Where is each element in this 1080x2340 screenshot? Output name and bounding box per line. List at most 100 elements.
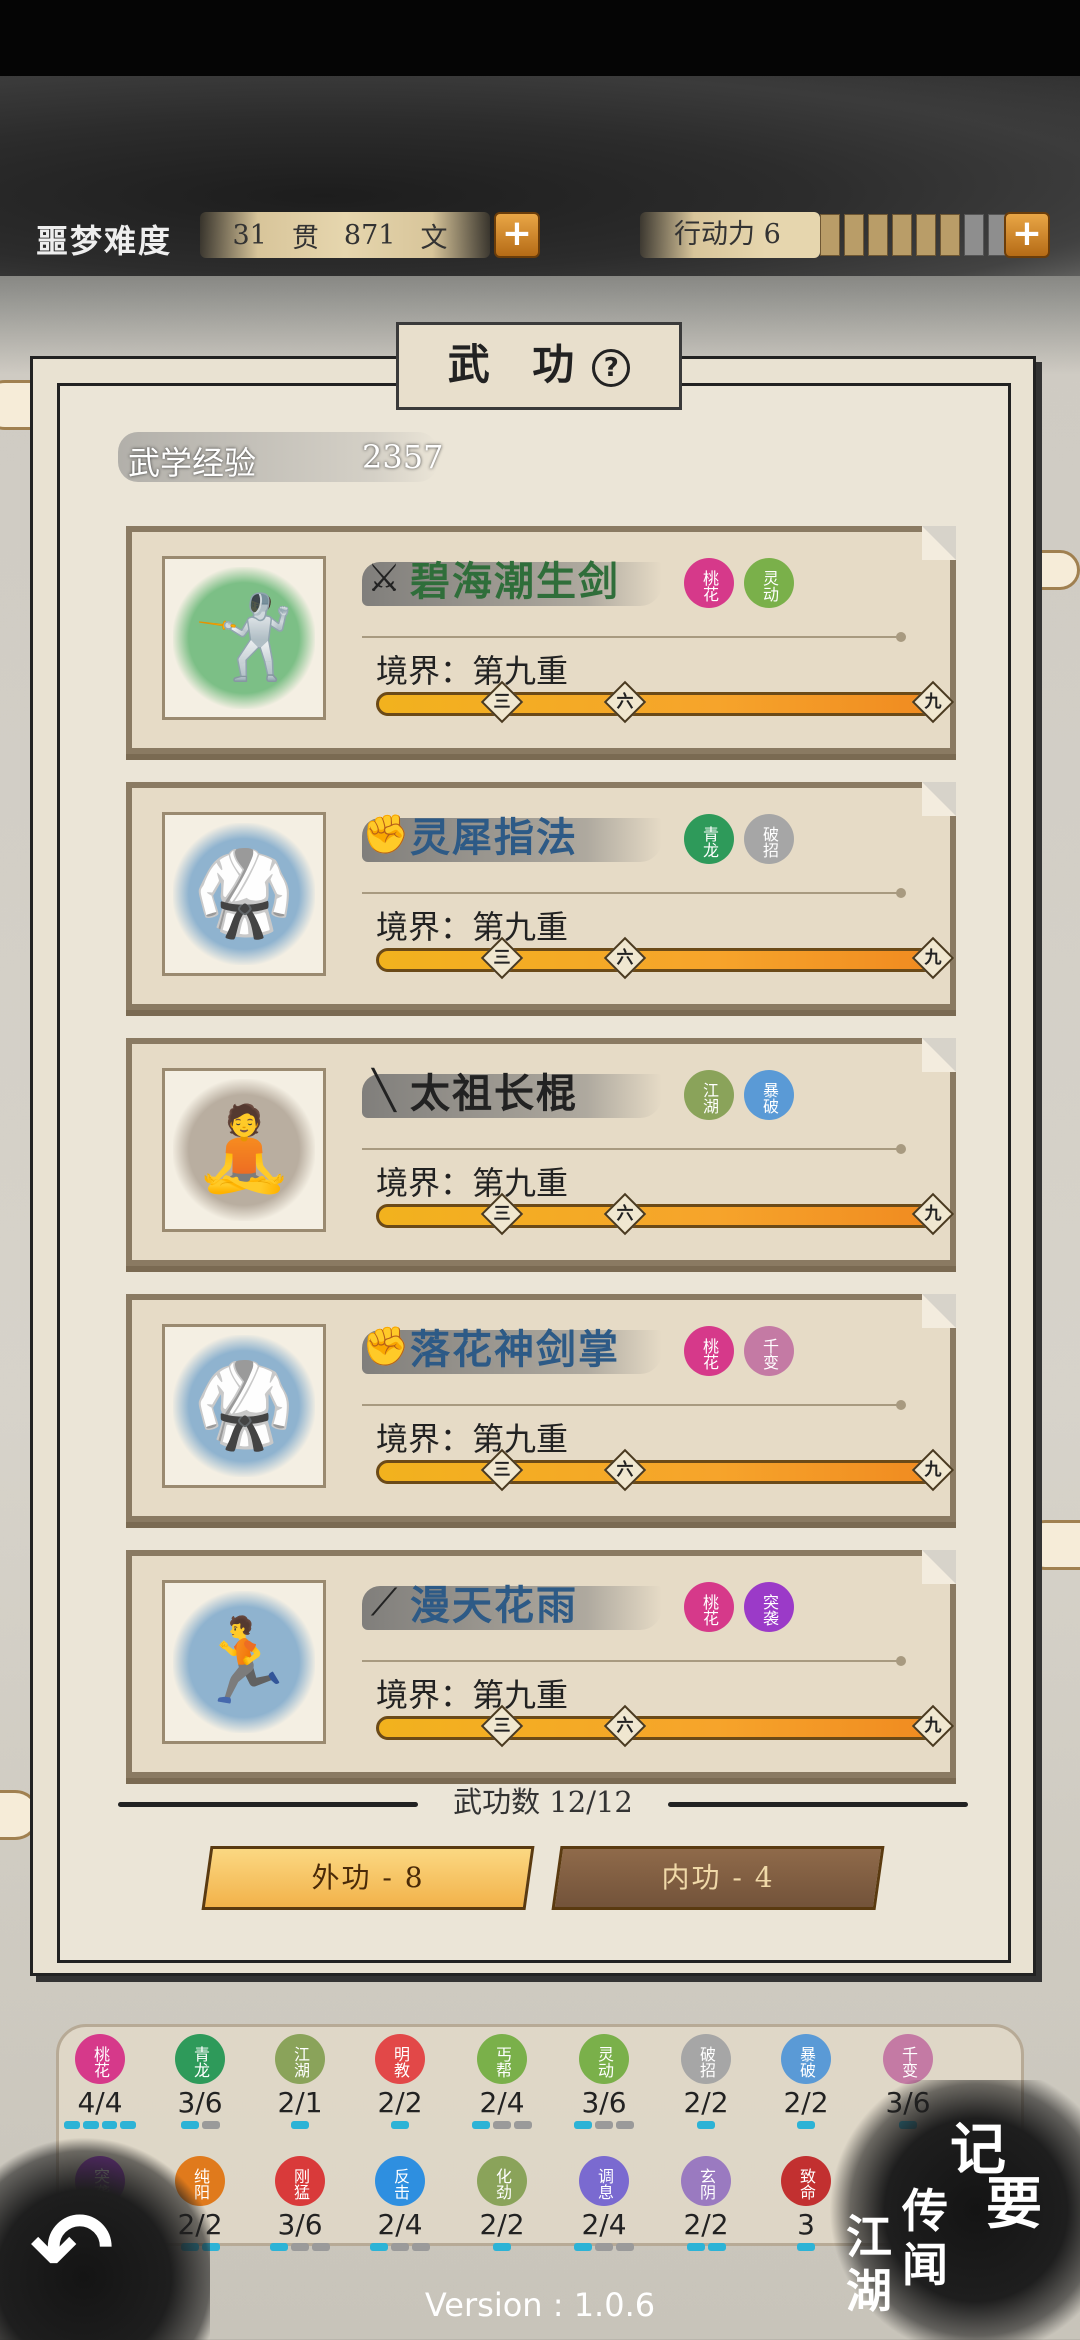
trait-stat[interactable]: 化劲 2/2 [466, 2156, 538, 2251]
realm-marker: 九 [912, 1192, 955, 1236]
trait-pip [493, 2121, 511, 2129]
trait-stat[interactable]: 青龙 3/6 [164, 2034, 236, 2129]
realm-marker-label: 六 [616, 948, 634, 968]
money-guan-unit: 贯 [291, 222, 319, 254]
skill-portrait: 🥋 [162, 812, 326, 976]
trait-pips [364, 2121, 436, 2129]
trait-badge: 丐帮 [477, 2034, 527, 2084]
trait-pip [291, 2243, 309, 2251]
skill-card[interactable]: 🥋 ✊ 落花神剑掌 桃花 千变 境界：第九重 三 六 九 [126, 1294, 956, 1522]
trait-pip [616, 2243, 634, 2251]
realm-marker-label: 六 [616, 692, 634, 712]
trait-stat[interactable]: 玄阴 2/2 [670, 2156, 742, 2251]
action-point-pip [940, 214, 960, 256]
tab-external-skills[interactable]: 外功 - 8 [201, 1846, 535, 1910]
trait-badge: 化劲 [477, 2156, 527, 2206]
version-label: Version : 1.0.6 [424, 2286, 656, 2324]
realm-marker-label: 六 [616, 1204, 634, 1224]
difficulty-label: 噩梦难度 [36, 222, 173, 260]
trait-pip [201, 2121, 220, 2129]
realm-marker-label: 三 [493, 1204, 511, 1224]
trait-stat[interactable]: 调息 2/4 [568, 2156, 640, 2251]
card-divider [362, 1144, 906, 1154]
skill-realm: 境界：第九重 [376, 1164, 569, 1202]
trait-pip [64, 2121, 80, 2129]
skill-name-row: ⚔ 碧海潮生剑 [362, 548, 620, 608]
realm-marker: 六 [604, 1192, 647, 1236]
trait-stat[interactable]: 破招 2/2 [670, 2034, 742, 2129]
card-divider [362, 1656, 906, 1666]
skill-tag-badge[interactable]: 桃花 [684, 1582, 734, 1632]
realm-progress-bar: 三六九 [376, 1448, 955, 1492]
help-icon[interactable]: ? [592, 349, 631, 387]
trait-count: 3/6 [581, 2086, 627, 2119]
trait-pip [180, 2121, 199, 2129]
trait-stat[interactable]: 丐帮 2/4 [466, 2034, 538, 2129]
trait-pip [472, 2121, 490, 2129]
realm-marker-label: 三 [493, 1716, 511, 1736]
action-point-pip [820, 214, 840, 256]
realm-marker: 六 [604, 1448, 647, 1492]
skill-card[interactable]: 🧘 ╲ 太祖长棍 江湖 暴破 境界：第九重 三 六 九 [126, 1038, 956, 1266]
trait-stat[interactable]: 江湖 2/1 [264, 2034, 336, 2129]
skill-tag-badge[interactable]: 暴破 [744, 1070, 794, 1120]
trait-badge: 刚猛 [275, 2156, 325, 2206]
action-points-meter [820, 214, 1008, 256]
skill-tag-badge[interactable]: 突袭 [744, 1582, 794, 1632]
skill-realm: 境界：第九重 [376, 652, 569, 690]
realm-progress-bar: 三六九 [376, 680, 955, 724]
trait-pip [391, 2243, 409, 2251]
skill-tag-badge[interactable]: 千变 [744, 1326, 794, 1376]
skill-tag-badge[interactable]: 青龙 [684, 814, 734, 864]
add-money-button[interactable]: + [494, 212, 540, 258]
skill-card[interactable]: 🤺 ⚔ 碧海潮生剑 桃花 灵动 境界：第九重 三 六 九 [126, 526, 956, 754]
realm-marker: 九 [912, 936, 955, 980]
card-divider [362, 888, 906, 898]
trait-pip [391, 2121, 409, 2129]
skill-card[interactable]: 🏃 ⟋ 漫天花雨 桃花 突袭 境界：第九重 三 六 九 [126, 1550, 956, 1778]
trait-pips [164, 2121, 236, 2129]
skill-tag-badge[interactable]: 江湖 [684, 1070, 734, 1120]
trait-pips [466, 2121, 538, 2129]
trait-pips [364, 2243, 436, 2251]
trait-pip [797, 2243, 815, 2251]
skill-card[interactable]: 🥋 ✊ 灵犀指法 青龙 破招 境界：第九重 三 六 九 [126, 782, 956, 1010]
journal-button[interactable]: 记 要 [950, 2118, 1042, 2236]
trait-pips [670, 2121, 742, 2129]
skill-count: 武功数 12/12 [453, 1785, 633, 1819]
skill-tag-badge[interactable]: 桃花 [684, 558, 734, 608]
staff-icon: ╲ [372, 1068, 396, 1112]
trait-badge: 玄阴 [681, 2156, 731, 2206]
fighter-silhouette: 🥋 [173, 823, 315, 965]
fist-icon: ✊ [362, 1323, 410, 1368]
trait-pip [616, 2121, 634, 2129]
card-divider [362, 632, 906, 642]
trait-stat[interactable]: 灵动 3/6 [568, 2034, 640, 2129]
skill-tag-badge[interactable]: 破招 [744, 814, 794, 864]
add-action-button[interactable]: + [1004, 212, 1050, 258]
skill-tags: 青龙 破招 [684, 814, 794, 864]
trait-stat[interactable]: 明教 2/2 [364, 2034, 436, 2129]
trait-pip [574, 2243, 592, 2251]
news-char: 江 [846, 2210, 892, 2264]
skill-tags: 桃花 突袭 [684, 1582, 794, 1632]
trait-stat[interactable]: 桃花 4/4 [64, 2034, 136, 2129]
trait-badge: 暴破 [781, 2034, 831, 2084]
skill-name-row: ╲ 太祖长棍 [362, 1060, 578, 1120]
skill-tag-badge[interactable]: 灵动 [744, 558, 794, 608]
news-char: 传 [902, 2184, 948, 2238]
skill-portrait: 🥋 [162, 1324, 326, 1488]
trait-count: 3/6 [277, 2208, 323, 2241]
skill-tags: 桃花 灵动 [684, 558, 794, 608]
status-bar [0, 0, 1080, 76]
skill-tag-badge[interactable]: 桃花 [684, 1326, 734, 1376]
trait-stat[interactable]: 刚猛 3/6 [264, 2156, 336, 2251]
realm-marker: 六 [604, 680, 647, 724]
trait-pip [697, 2121, 715, 2129]
skill-portrait: 🤺 [162, 556, 326, 720]
tab-external-label: 外功 - 8 [311, 1861, 425, 1894]
tab-internal-skills[interactable]: 内功 - 4 [551, 1846, 885, 1910]
realm-marker: 六 [604, 1704, 647, 1748]
trait-stat[interactable]: 反击 2/4 [364, 2156, 436, 2251]
trait-pip [370, 2243, 388, 2251]
